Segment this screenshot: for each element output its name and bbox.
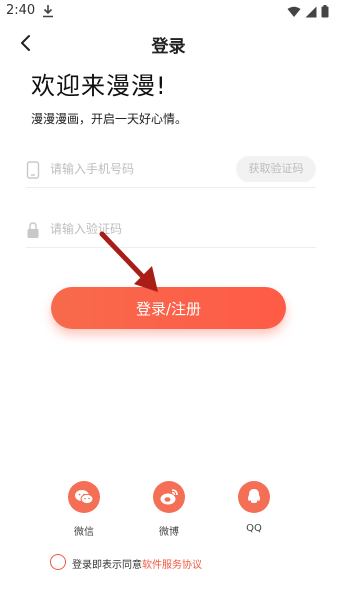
social-qq[interactable]: QQ: [224, 481, 284, 534]
social-wechat[interactable]: 微信: [54, 481, 114, 538]
social-label: QQ: [246, 523, 262, 534]
code-field: [26, 212, 316, 248]
welcome-title: 欢迎来漫漫!: [31, 72, 167, 100]
social-weibo[interactable]: 微博: [139, 481, 199, 538]
agree-checkbox[interactable]: [50, 554, 66, 570]
service-agreement-link[interactable]: 软件服务协议: [142, 560, 202, 571]
phone-field: 获取验证码: [26, 152, 316, 188]
code-input[interactable]: [50, 219, 230, 239]
welcome-subtitle: 漫漫漫画，开启一天好心情。: [31, 112, 188, 126]
wechat-icon[interactable]: [68, 481, 100, 513]
social-label: 微博: [159, 527, 179, 538]
qq-icon[interactable]: [238, 481, 270, 513]
page-title: 登录: [151, 37, 186, 57]
phone-icon: [26, 161, 40, 179]
login-register-button[interactable]: 登录/注册: [51, 287, 286, 329]
agreement-text: 登录即表示同意软件服务协议: [72, 556, 202, 571]
lock-icon: [27, 222, 39, 238]
social-label: 微信: [74, 527, 94, 538]
agreement-prefix: 登录即表示同意: [72, 560, 142, 571]
signal-icon: [305, 6, 317, 17]
header: 登录: [0, 28, 337, 60]
status-indicators: [287, 5, 329, 18]
get-code-button[interactable]: 获取验证码: [236, 156, 316, 182]
agreement: 登录即表示同意软件服务协议: [50, 554, 320, 572]
download-icon: [43, 5, 53, 18]
status-bar: 2:40: [0, 0, 337, 24]
wifi-icon: [287, 6, 301, 17]
status-time: 2:40: [6, 3, 36, 18]
weibo-icon[interactable]: [153, 481, 185, 513]
social-login-row: 微信 微博 QQ: [0, 481, 337, 541]
battery-icon: [321, 5, 329, 18]
phone-input[interactable]: [50, 159, 230, 179]
